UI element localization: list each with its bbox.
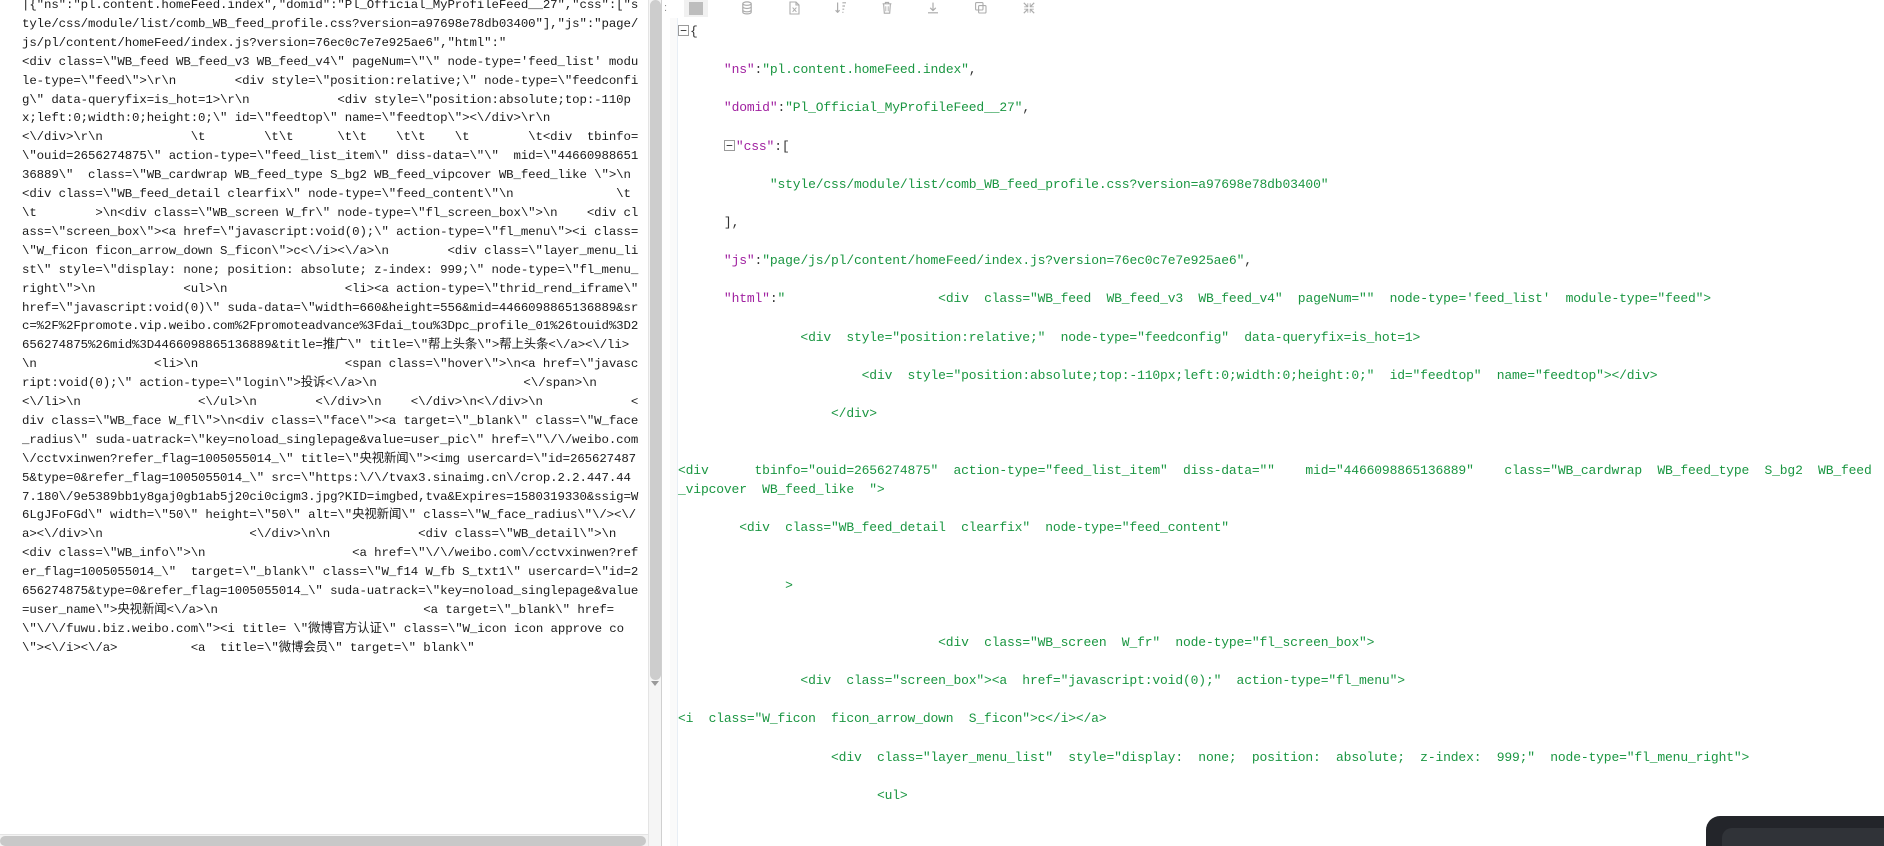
json-line: <div class="layer_menu_list" style="disp…	[678, 748, 1874, 767]
json-string-value: <div tbinfo="ouid=2656274875" action-typ…	[678, 463, 1872, 498]
raw-panel-vertical-scrollbar[interactable]	[648, 0, 661, 846]
collapse-toggle-icon[interactable]: −	[723, 139, 735, 151]
json-key: "html"	[723, 291, 770, 307]
json-string-value: <div class="layer_menu_list" style="disp…	[831, 749, 1750, 765]
json-punctuation: :	[777, 100, 786, 116]
json-line: </div>	[678, 404, 1874, 423]
trash-icon[interactable]	[878, 0, 896, 16]
json-string-value: <div style="position:absolute;top:-110px…	[861, 367, 1658, 383]
collapse-toggle-icon[interactable]: −	[678, 25, 689, 37]
json-line: <div style="position:absolute;top:-110px…	[678, 366, 1874, 385]
json-punctuation: ],	[723, 214, 740, 230]
json-key: "js"	[723, 253, 755, 269]
json-string-value: "pl.content.homeFeed.index"	[762, 62, 969, 78]
json-punctuation: ,	[1244, 253, 1252, 269]
json-tree-content[interactable]: −{ "ns":"pl.content.homeFeed.index", "do…	[678, 22, 1874, 846]
json-line: − "css":[	[678, 137, 1874, 156]
json-line: −{	[678, 22, 1874, 41]
corner-overlay-artifact	[1706, 816, 1884, 846]
sort-descending-icon[interactable]	[832, 0, 850, 16]
raw-panel-horizontal-scrollbar[interactable]	[0, 834, 649, 846]
json-punctuation: ,	[1022, 100, 1030, 116]
json-tree-scroll-region[interactable]: −{ "ns":"pl.content.homeFeed.index", "do…	[662, 18, 1884, 846]
json-line: <i class="W_ficon ficon_arrow_down S_fic…	[678, 709, 1874, 728]
json-key: "ns"	[723, 62, 755, 78]
json-punctuation: :	[769, 291, 778, 307]
json-string-value: <div class="screen_box"><a href="javascr…	[800, 673, 1405, 689]
toolbar-leading-glyph: :	[664, 2, 668, 14]
file-x-icon[interactable]	[785, 0, 803, 16]
json-line: ],	[678, 213, 1874, 232]
json-string-value: <i class="W_ficon ficon_arrow_down S_fic…	[678, 711, 1107, 727]
json-line: "domid":"Pl_Official_MyProfileFeed__27",	[678, 98, 1874, 117]
json-gutter-rail	[670, 18, 678, 846]
copy-icon[interactable]	[972, 0, 990, 16]
scroll-down-arrow-icon[interactable]	[651, 681, 659, 686]
json-string-value: </div>	[831, 405, 877, 421]
json-line: <div tbinfo="ouid=2656274875" action-typ…	[678, 461, 1874, 499]
json-string-value: <div style="position:relative;" node-typ…	[800, 329, 1421, 345]
json-string-value: "page/js/pl/content/homeFeed/index.js?ve…	[762, 253, 1245, 269]
json-viewer-toolbar: :	[662, 0, 1884, 18]
json-line: "style/css/module/list/comb_WB_feed_prof…	[678, 175, 1874, 194]
json-line: "ns":"pl.content.homeFeed.index",	[678, 60, 1874, 79]
json-line: <div class="WB_feed_detail clearfix" nod…	[678, 518, 1874, 537]
json-line: <ul>	[678, 786, 1874, 805]
json-string-value: <div class="WB_screen W_fr" node-type="f…	[938, 635, 1375, 650]
json-string-value: <ul>	[876, 787, 908, 803]
json-line: >	[678, 576, 1874, 595]
formatted-json-panel: : − {"ns":"pl.content.homeFeed.index", …	[662, 0, 1884, 846]
json-line: <div style="position:relative;" node-typ…	[678, 328, 1874, 347]
json-string-value: <div class="WB_feed_detail clearfix" nod…	[739, 520, 1229, 536]
json-line: <div class="screen_box"><a href="javascr…	[678, 671, 1874, 690]
json-string-value: >	[785, 577, 793, 593]
raw-json-text[interactable]: |{"ns":"pl.content.homeFeed.index","domi…	[22, 0, 640, 658]
json-line: "html":" <div class="WB_feed WB_feed_v3 …	[678, 289, 1874, 308]
database-stack-icon[interactable]	[738, 0, 756, 16]
columns-icon[interactable]	[684, 0, 708, 17]
json-punctuation: ,	[968, 62, 977, 78]
json-string-value: " <div class="WB_feed WB_feed_v3 WB_feed…	[777, 291, 1712, 307]
download-icon[interactable]	[924, 0, 942, 16]
json-line: "js":"page/js/pl/content/homeFeed/index.…	[678, 251, 1874, 270]
collapse-icon[interactable]	[1020, 0, 1038, 16]
json-key: "css"	[735, 138, 775, 154]
json-viewer-window: |{"ns":"pl.content.homeFeed.index","domi…	[0, 0, 1884, 846]
json-line: <div class="WB_screen W_fr" node-type="f…	[678, 633, 1874, 652]
raw-panel-hscroll-thumb[interactable]	[0, 836, 646, 846]
json-string-value: "Pl_Official_MyProfileFeed__27"	[785, 100, 1023, 116]
raw-json-panel: |{"ns":"pl.content.homeFeed.index","domi…	[0, 0, 662, 846]
json-string-value: "style/css/module/list/comb_WB_feed_prof…	[769, 176, 1329, 192]
json-punctuation: :	[774, 138, 782, 154]
json-punctuation: [	[781, 138, 790, 154]
json-punctuation: {	[690, 24, 698, 39]
raw-panel-vscroll-thumb[interactable]	[650, 0, 661, 680]
json-key: "domid"	[723, 100, 778, 116]
